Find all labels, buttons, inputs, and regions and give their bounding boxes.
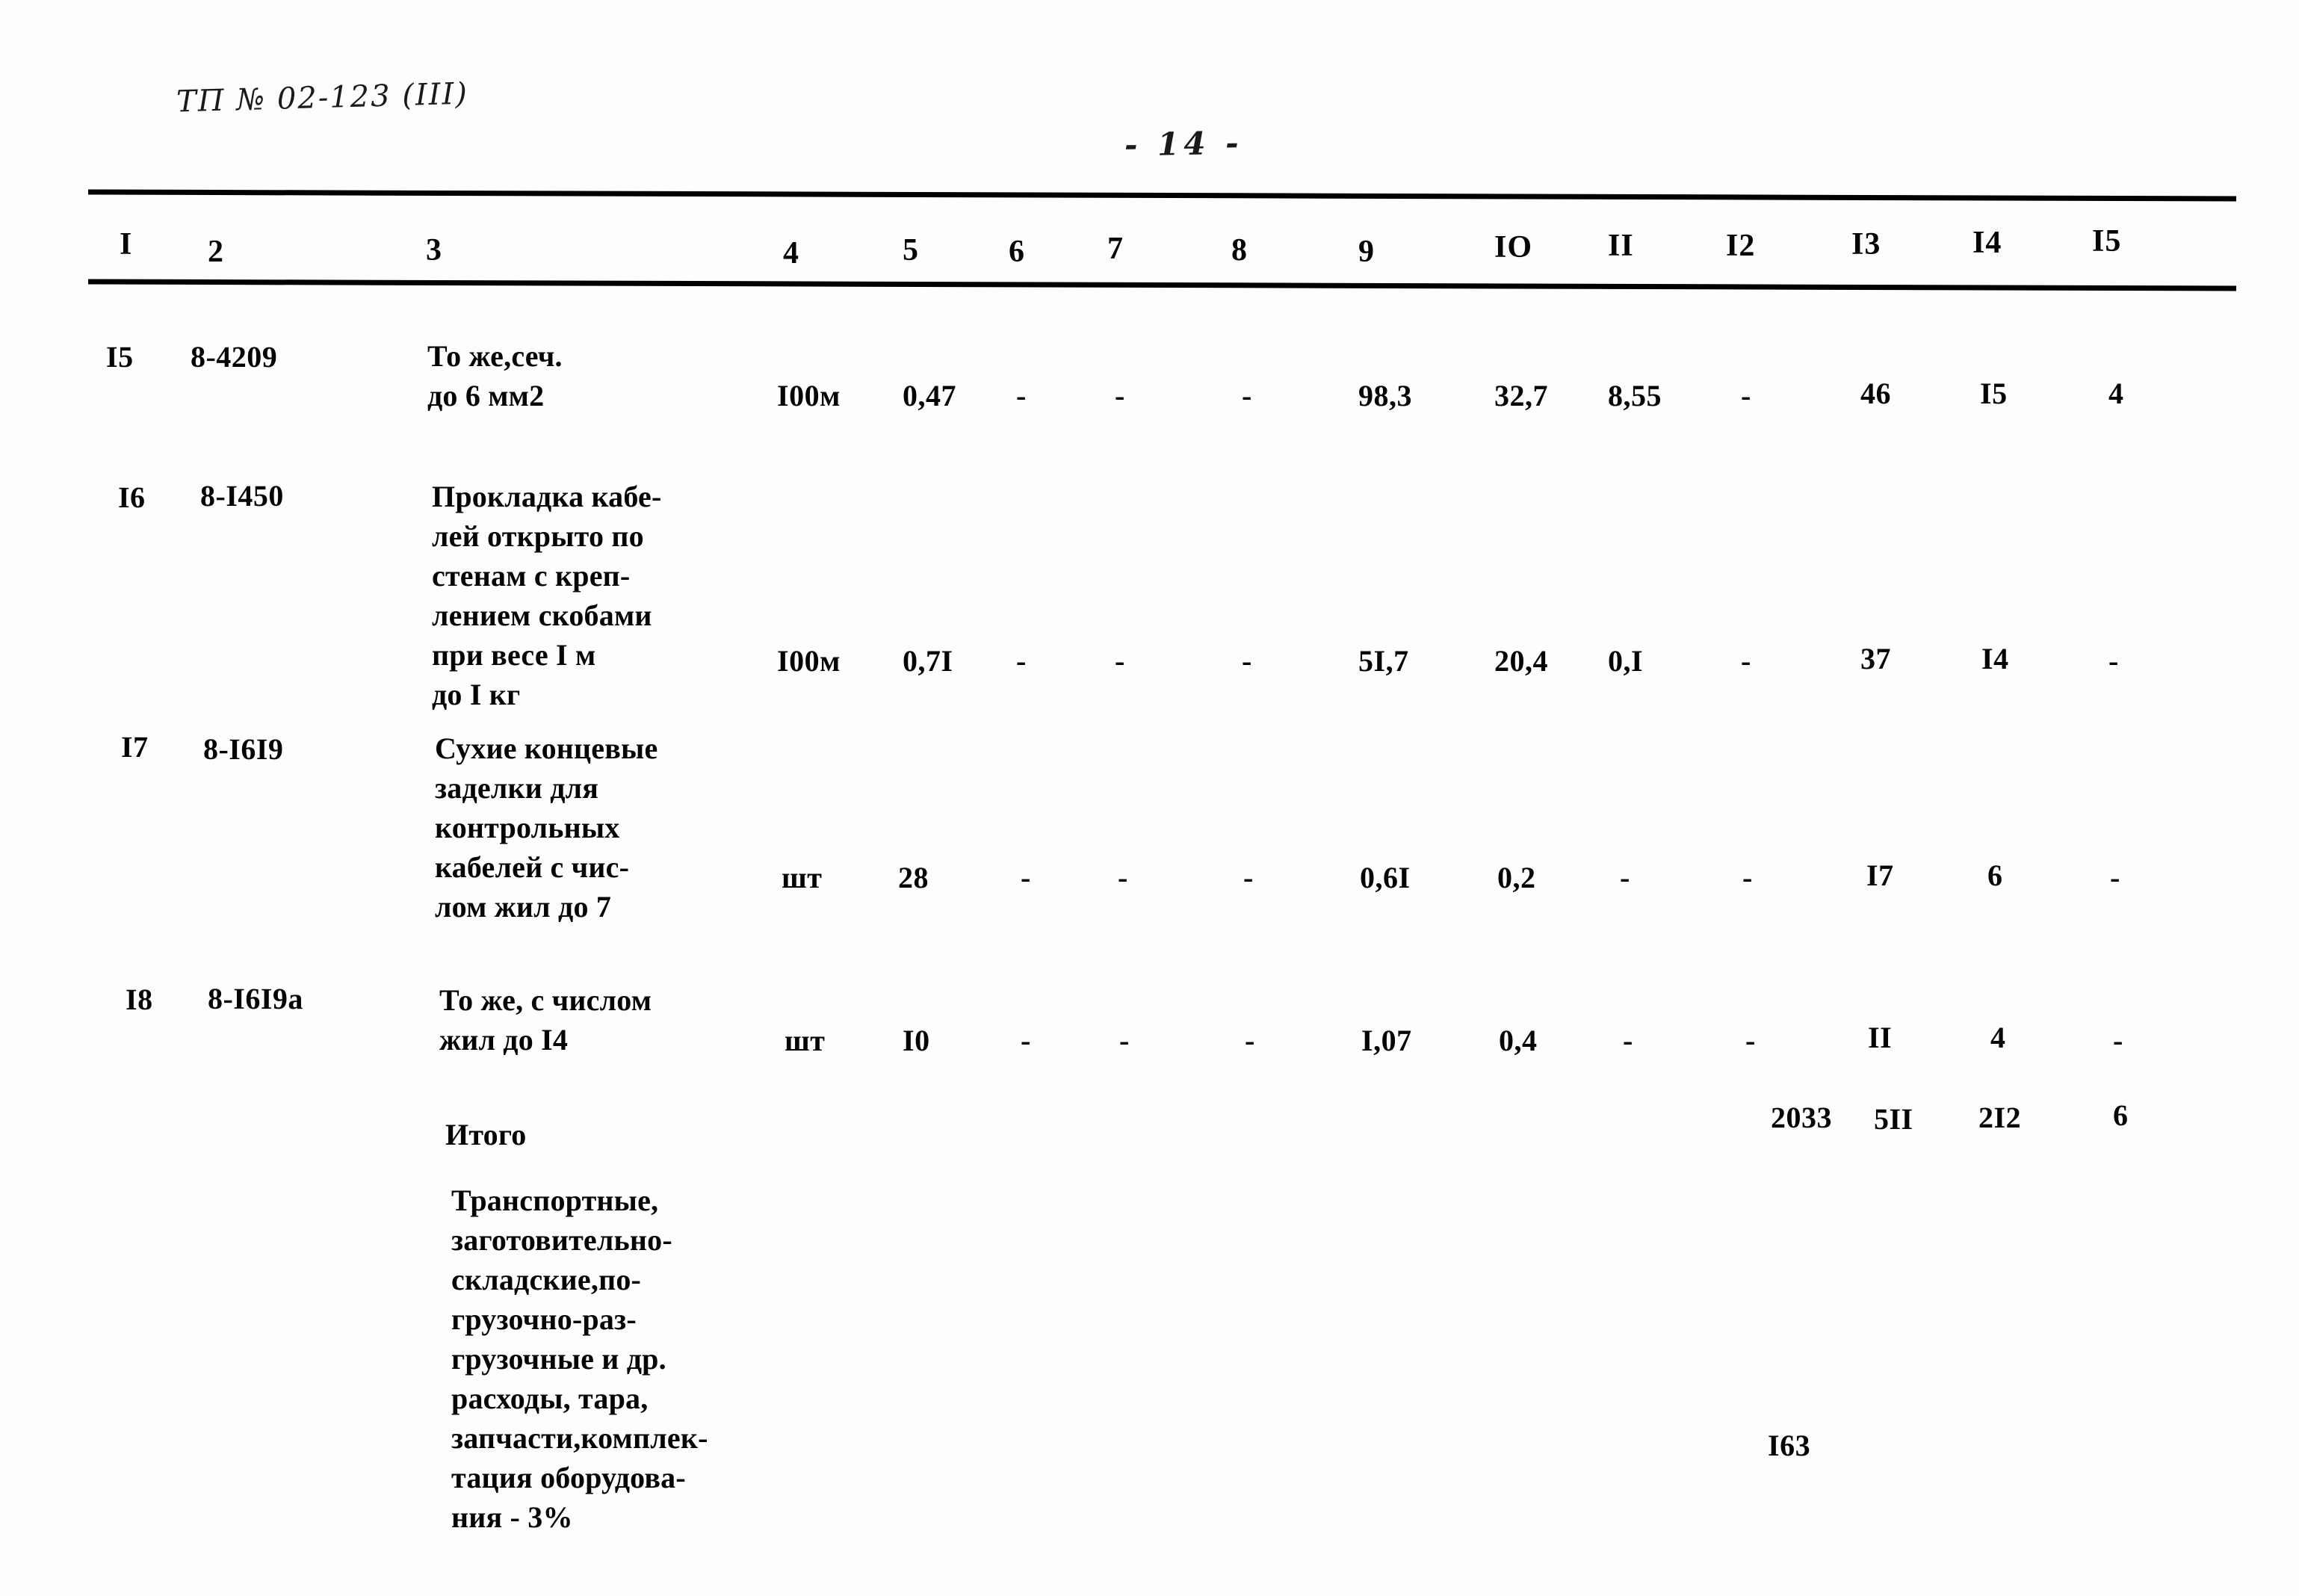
table-row-15-c8: - bbox=[1242, 379, 1252, 412]
column-header-14: I4 bbox=[1972, 226, 2002, 260]
table-row-16-c13: 37 bbox=[1860, 642, 1891, 675]
table-row-18-c14: 4 bbox=[1990, 1021, 2006, 1054]
column-header-12: I2 bbox=[1726, 229, 1756, 263]
table-row-17-description: Сухие концевые заделки для контрольных к… bbox=[435, 732, 658, 924]
table-row-18-c9: I,07 bbox=[1361, 1024, 1412, 1057]
column-header-5: 5 bbox=[903, 233, 919, 267]
table-row-17-c15: - bbox=[2110, 861, 2120, 894]
table-row-17-c14: 6 bbox=[1987, 859, 2003, 892]
table-row-18-unit: шт bbox=[785, 1024, 826, 1057]
table-row-18-c13: II bbox=[1868, 1021, 1893, 1054]
table-row-18-c10: 0,4 bbox=[1499, 1024, 1538, 1057]
column-header-11: II bbox=[1608, 229, 1634, 263]
column-header-15: I5 bbox=[2092, 224, 2122, 259]
table-row-17-c11: - bbox=[1620, 861, 1630, 894]
table-row-18-code: 8-I6I9а bbox=[207, 981, 304, 1016]
table-row-17-code: 8-I6I9 bbox=[202, 732, 284, 767]
table-row-16-c11: 0,I bbox=[1608, 644, 1644, 678]
column-header-6: 6 bbox=[1009, 235, 1025, 269]
table-row-16-c14: I4 bbox=[1981, 642, 2009, 675]
table-row-18-c15: - bbox=[2113, 1024, 2123, 1057]
total-row-c14: 2I2 bbox=[1978, 1100, 2022, 1135]
total-row-c13: 5II bbox=[1873, 1101, 1913, 1136]
table-row-17-c7: - bbox=[1118, 861, 1128, 894]
table-row-18-c6: - bbox=[1021, 1024, 1031, 1057]
table-row-17-unit: шт bbox=[782, 861, 823, 894]
table-row-17-c10: 0,2 bbox=[1497, 861, 1536, 894]
table-row-16-c10: 20,4 bbox=[1494, 644, 1548, 678]
table-row-15-c10: 32,7 bbox=[1494, 379, 1548, 412]
table-row-16-description: Прокладка кабе- лей открыто по стенам с … bbox=[432, 480, 662, 711]
table-row-18-description: То же, с числом жил до I4 bbox=[439, 983, 652, 1057]
table-row-15-c15: 4 bbox=[2108, 377, 2124, 410]
table-row-15-description: То же,сеч. до 6 мм2 bbox=[427, 339, 563, 412]
table-row-16-c15: - bbox=[2108, 644, 2119, 678]
table-row-17-no: I7 bbox=[120, 729, 149, 764]
table-row-15-c6: - bbox=[1016, 379, 1027, 412]
column-header-7: 7 bbox=[1107, 232, 1124, 266]
table-row-15-unit: I00м bbox=[777, 379, 841, 412]
table-row-17-c9: 0,6I bbox=[1360, 861, 1411, 894]
column-header-10: IO bbox=[1494, 230, 1533, 265]
table-row-16-c9: 5I,7 bbox=[1358, 644, 1409, 678]
table-row-17-c8: - bbox=[1243, 861, 1254, 894]
total-row-label: Итого bbox=[445, 1118, 527, 1151]
table-row-18-c11: - bbox=[1623, 1024, 1633, 1057]
column-header-4: 4 bbox=[783, 236, 799, 270]
table-row-15-c7: - bbox=[1115, 379, 1125, 412]
table-row-18-c8: - bbox=[1245, 1024, 1255, 1057]
overhead-row-description: Транспортные, заготовительно- складские,… bbox=[451, 1184, 708, 1534]
table-row-18-c7: - bbox=[1119, 1024, 1130, 1057]
table-row-17-c6: - bbox=[1021, 861, 1031, 894]
table-row-15-c14: I5 bbox=[1980, 377, 2008, 410]
table-row-18-c12: - bbox=[1745, 1024, 1756, 1057]
table-row-15-c11: 8,55 bbox=[1608, 379, 1662, 412]
table-row-15-c9: 98,3 bbox=[1358, 379, 1412, 412]
estimate-table: I 2 3 4 5 6 7 8 9 IO II I2 I3 I4 I5 I5 8… bbox=[0, 0, 2299, 1596]
total-row-c12: 2033 bbox=[1770, 1100, 1833, 1135]
column-header-3: 3 bbox=[426, 233, 442, 267]
table-row-16-c6: - bbox=[1016, 644, 1027, 678]
column-header-9: 9 bbox=[1358, 235, 1375, 269]
table-row-16-code: 8-I450 bbox=[199, 478, 284, 513]
table-row-15-c13: 46 bbox=[1860, 377, 1891, 410]
table-row-17-c13: I7 bbox=[1866, 859, 1894, 892]
table-row-16-unit: I00м bbox=[777, 644, 841, 678]
table-row-15-code: 8-4209 bbox=[190, 339, 278, 374]
column-header-8: 8 bbox=[1231, 233, 1248, 267]
overhead-row-value: I63 bbox=[1768, 1429, 1811, 1462]
table-row-17-c12: - bbox=[1742, 861, 1753, 894]
document-page: ТП № 02-123 (III) - 14 - I 2 3 4 5 6 7 8… bbox=[0, 0, 2299, 1596]
table-row-16-c8: - bbox=[1242, 644, 1252, 678]
table-row-15-no: I5 bbox=[105, 339, 134, 374]
column-header-1: I bbox=[120, 227, 133, 262]
table-row-17-qty: 28 bbox=[898, 861, 929, 894]
table-row-15-c12: - bbox=[1741, 379, 1751, 412]
table-row-15-qty: 0,47 bbox=[903, 379, 956, 412]
table-row-16-c7: - bbox=[1115, 644, 1125, 678]
table-row-16-no: I6 bbox=[117, 480, 146, 515]
total-row-c15: 6 bbox=[2112, 1098, 2129, 1133]
column-header-2: 2 bbox=[208, 235, 224, 269]
column-header-13: I3 bbox=[1851, 227, 1881, 262]
table-row-16-c12: - bbox=[1741, 644, 1751, 678]
table-row-18-qty: I0 bbox=[903, 1024, 930, 1057]
table-row-16-qty: 0,7I bbox=[903, 644, 953, 678]
table-row-18-no: I8 bbox=[125, 982, 153, 1017]
